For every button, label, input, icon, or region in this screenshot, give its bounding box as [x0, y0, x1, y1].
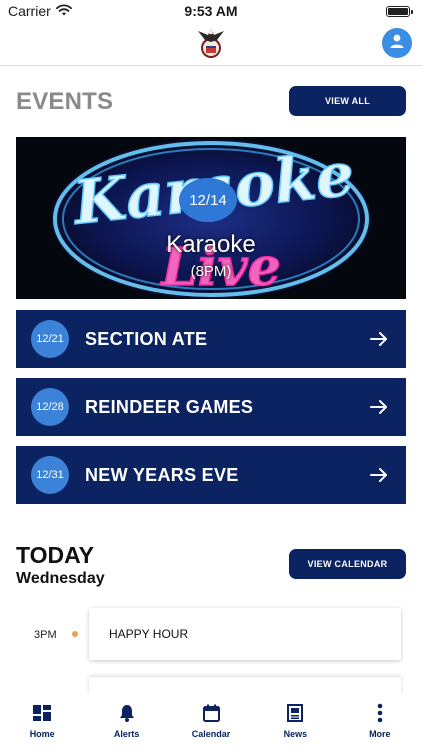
nav-header — [0, 22, 422, 66]
arrow-right-icon — [364, 399, 394, 415]
more-vertical-icon — [377, 703, 383, 723]
event-title: SECTION ATE — [85, 328, 208, 349]
calendar-icon — [202, 703, 220, 723]
bell-icon — [119, 703, 135, 723]
schedule-card[interactable]: HAPPY HOUR — [89, 608, 401, 660]
event-row[interactable]: 12/31 NEW YEARS EVE — [16, 446, 406, 504]
view-calendar-button[interactable]: VIEW CALENDAR — [289, 549, 406, 579]
featured-event-time: (8PM) — [190, 263, 232, 280]
user-icon — [389, 33, 405, 54]
profile-button[interactable] — [382, 28, 412, 58]
featured-date-badge: 12/14 — [179, 178, 237, 222]
event-title: NEW YEARS EVE — [85, 464, 239, 485]
today-day-label: Wednesday — [16, 570, 105, 587]
status-bar: Carrier 9:53 AM — [0, 0, 422, 22]
schedule-title: HAPPY HOUR — [109, 627, 189, 641]
event-date-badge: 12/28 — [31, 388, 69, 426]
tab-home[interactable]: Home — [0, 694, 84, 750]
featured-event-name: Karaoke — [166, 231, 256, 258]
schedule-time: 3PM — [34, 629, 57, 641]
battery-icon — [386, 5, 413, 17]
newspaper-icon — [287, 703, 304, 723]
tab-alerts[interactable]: Alerts — [84, 694, 168, 750]
home-grid-icon — [33, 703, 52, 723]
eagle-logo[interactable] — [197, 25, 225, 61]
tab-label: Home — [29, 729, 55, 739]
wifi-icon — [55, 3, 72, 19]
event-row[interactable]: 12/21 SECTION ATE — [16, 310, 406, 368]
arrow-right-icon — [364, 331, 394, 347]
event-date-badge: 12/21 — [31, 320, 69, 358]
featured-event-card[interactable]: Karaoke Live 12/14 Karaoke (8PM) — [16, 137, 406, 299]
tab-more[interactable]: More — [338, 694, 422, 750]
tab-label: More — [369, 729, 391, 739]
tab-news[interactable]: News — [253, 694, 337, 750]
event-date-badge: 12/31 — [31, 456, 69, 494]
tab-label: Calendar — [191, 729, 231, 739]
tab-label: News — [283, 729, 308, 739]
event-row[interactable]: 12/28 REINDEER GAMES — [16, 378, 406, 436]
arrow-right-icon — [364, 467, 394, 483]
carrier-label: Carrier — [8, 3, 51, 19]
tab-calendar[interactable]: Calendar — [169, 694, 253, 750]
tab-bar: Home Alerts Calendar News More — [0, 694, 422, 750]
view-all-button[interactable]: VIEW ALL — [289, 86, 406, 116]
events-title: EVENTS — [16, 88, 114, 115]
status-left: Carrier — [8, 3, 72, 19]
schedule-time-dot — [72, 631, 78, 637]
event-title: REINDEER GAMES — [85, 396, 254, 417]
today-title: TODAY — [16, 542, 94, 568]
tab-label: Alerts — [113, 729, 140, 739]
